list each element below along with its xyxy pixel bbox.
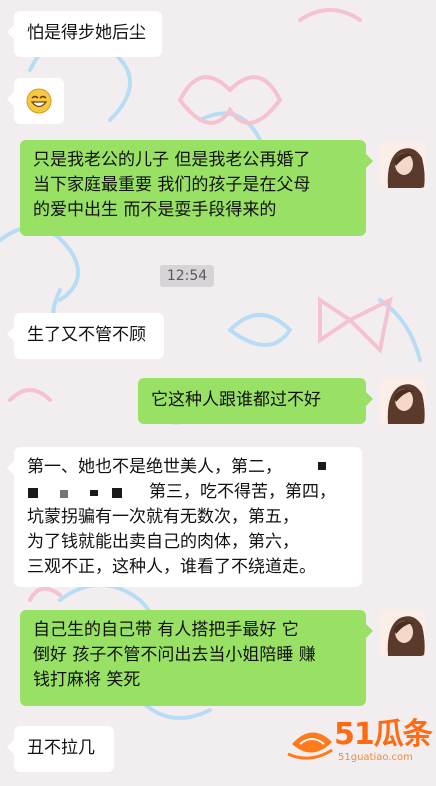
message-bubble-outgoing[interactable]: 只是我老公的儿子 但是我老公再婚了 当下家庭最重要 我们的孩子是在父母 的爱中出…	[20, 140, 373, 236]
avatar[interactable]	[380, 142, 426, 188]
watermark-url: 51guatiao.com	[338, 752, 413, 763]
message-text: 生了又不管不顾	[27, 325, 146, 345]
message-text-line: 只是我老公的儿子 但是我老公再婚了	[33, 150, 311, 170]
watermark-brand: 51瓜条	[334, 717, 433, 752]
redaction-mark	[60, 490, 68, 498]
message-text-line: 自己生的自己带 有人搭把手最好 它	[33, 620, 299, 640]
grinning-face-emoji	[26, 88, 52, 114]
message-text: 怕是得步她后尘	[27, 23, 146, 43]
avatar-photo	[380, 610, 426, 656]
message-bubble-outgoing[interactable]: 它这种人跟谁都过不好	[138, 378, 373, 424]
message-bubble-outgoing[interactable]: 自己生的自己带 有人搭把手最好 它 倒好 孩子不管不问出去当小姐陪睡 赚 钱打麻…	[20, 610, 373, 706]
message-text-line: 第一、她也不是绝世美人，第二，	[27, 457, 282, 477]
redaction-mark	[318, 462, 326, 470]
message-text-line: 的爱中出生 而不是耍手段得来的	[33, 200, 277, 220]
redaction-mark	[90, 490, 98, 496]
avatar-photo	[380, 378, 426, 424]
message-bubble-incoming[interactable]: 丑不拉几	[7, 726, 114, 772]
avatar[interactable]	[380, 610, 426, 656]
message-text-line: 当下家庭最重要 我们的孩子是在父母	[33, 175, 311, 195]
avatar[interactable]	[380, 378, 426, 424]
redaction-mark	[112, 488, 122, 498]
message-text-line: 钱打麻将 笑死	[33, 670, 141, 690]
message-text-line: 第三，吃不得苦，第四，	[149, 482, 336, 502]
message-bubble-incoming[interactable]: 第一、她也不是绝世美人，第二， 第三，吃不得苦，第四， 坑蒙拐骗有一次就有无数次…	[7, 447, 362, 587]
message-text-line: 坑蒙拐骗有一次就有无数次，第五，	[27, 507, 299, 527]
avatar-photo	[380, 142, 426, 188]
message-text-line: 倒好 孩子不管不问出去当小姐陪睡 赚	[33, 645, 316, 665]
redaction-mark	[28, 488, 38, 498]
message-text-line: 三观不正，这种人，谁看了不绕道走。	[27, 557, 316, 577]
timestamp: 12:54	[160, 265, 214, 287]
message-bubble-incoming[interactable]	[7, 78, 64, 124]
message-bubble-incoming[interactable]: 生了又不管不顾	[7, 313, 164, 359]
message-text-line: 为了钱就能出卖自己的肉体，第六，	[27, 532, 299, 552]
message-text: 它这种人跟谁都过不好	[151, 390, 321, 410]
message-bubble-incoming[interactable]: 怕是得步她后尘	[7, 11, 162, 57]
message-text: 丑不拉几	[27, 738, 95, 758]
